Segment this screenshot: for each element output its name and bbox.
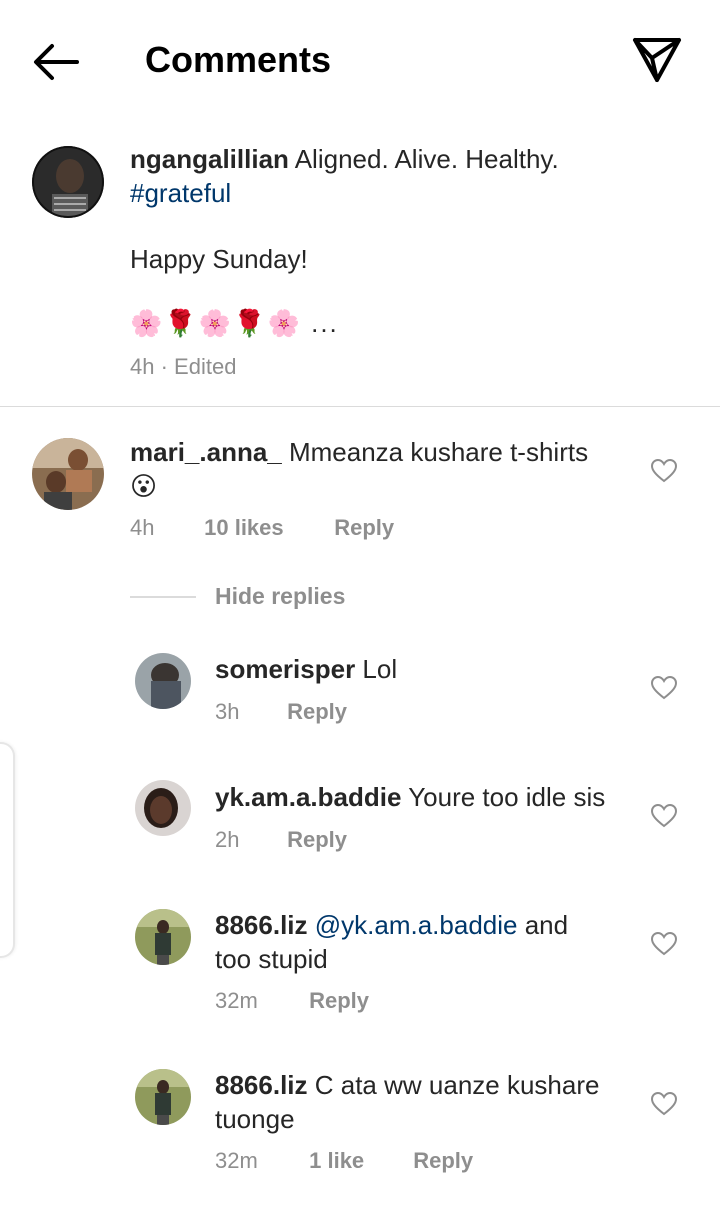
caption-edited: · Edited [160,354,237,379]
back-button[interactable] [30,38,82,86]
comment-meta: 4h 10 likes Reply [130,514,394,542]
hide-replies-line [130,596,196,598]
comment-body: Mmeanza kushare t-shirts [288,437,589,467]
reply-button[interactable]: Reply [309,987,369,1015]
page-title: Comments [145,39,332,80]
reply-meta: 3h Reply [215,698,347,726]
avatar[interactable] [135,780,191,836]
reply-likes[interactable]: 1 like [309,1147,407,1175]
reply-body: and [524,910,569,940]
avatar-image [32,438,104,510]
side-card[interactable] [0,742,15,958]
reply-button[interactable]: Reply [287,698,347,726]
heart-icon[interactable] [650,802,678,830]
reply-username[interactable]: yk.am.a.baddie [215,782,401,812]
direct-message-icon [633,38,681,82]
hide-replies-button[interactable]: Hide replies [215,583,345,610]
reply-mention[interactable]: @yk.am.a.baddie [315,910,518,940]
caption-username[interactable]: ngangalillian [130,144,289,174]
back-arrow-icon [34,44,79,80]
avatar[interactable] [135,653,191,709]
reply-time: 2h [215,827,240,852]
comment-time: 4h [130,515,155,540]
reply-button[interactable]: Reply [334,514,394,542]
comment-text: mari_.anna_ Mmeanza kushare t-shirts 😮 [130,435,630,503]
reply-time: 32m [215,988,258,1013]
avatar-image [32,146,104,218]
heart-icon[interactable] [650,1090,678,1118]
reply-body: Lol [362,654,398,684]
divider [0,406,720,407]
reply-button[interactable]: Reply [287,826,347,854]
reply-body: C ata ww uanze kushare [314,1070,600,1100]
reply-text: somerisper Lol [215,652,625,686]
caption-text: ngangalillian Aligned. Alive. Healthy. #… [130,142,670,210]
reply-body-continued: tuonge [215,1104,295,1134]
reply-body-continued: too stupid [215,944,328,974]
reply-body: Youre too idle sis [408,782,606,812]
heart-icon[interactable] [650,930,678,958]
reply-text: 8866.liz C ata ww uanze kushare tuonge [215,1068,635,1136]
comment-emoji: 😮 [130,471,158,501]
reply-button[interactable]: Reply [413,1147,473,1175]
reply-time: 32m [215,1148,258,1173]
reply-meta: 32m 1 like Reply [215,1147,473,1175]
reply-meta: 32m Reply [215,987,369,1015]
reply-time: 3h [215,699,240,724]
comment-likes[interactable]: 10 likes [204,514,328,542]
reply-text: yk.am.a.baddie Youre too idle sis [215,780,635,814]
reply-text: 8866.liz @yk.am.a.baddie and too stupid [215,908,635,976]
caption-time: 4h [130,354,155,379]
reply-username[interactable]: 8866.liz [215,1070,308,1100]
caption-meta: 4h · Edited [130,353,236,381]
avatar-image [135,909,191,965]
header-bar: Comments [0,0,720,120]
comment-username[interactable]: mari_.anna_ [130,437,282,467]
heart-icon[interactable] [650,457,678,485]
avatar-image [135,780,191,836]
avatar[interactable] [135,1069,191,1125]
avatar[interactable] [135,909,191,965]
caption-body: Aligned. Alive. Healthy. [294,144,559,174]
caption-hashtag[interactable]: #grateful [130,178,231,208]
reply-meta: 2h Reply [215,826,347,854]
avatar[interactable] [32,438,104,510]
avatar-image [135,653,191,709]
caption-line2: Happy Sunday! [130,244,308,274]
avatar-image [135,1069,191,1125]
reply-username[interactable]: somerisper [215,654,355,684]
reply-username[interactable]: 8866.liz [215,910,308,940]
share-button[interactable] [630,34,684,84]
avatar[interactable] [32,146,104,218]
caption-emoji-line: 🌸🌹🌸🌹🌸 ... [130,308,339,338]
heart-icon[interactable] [650,674,678,702]
